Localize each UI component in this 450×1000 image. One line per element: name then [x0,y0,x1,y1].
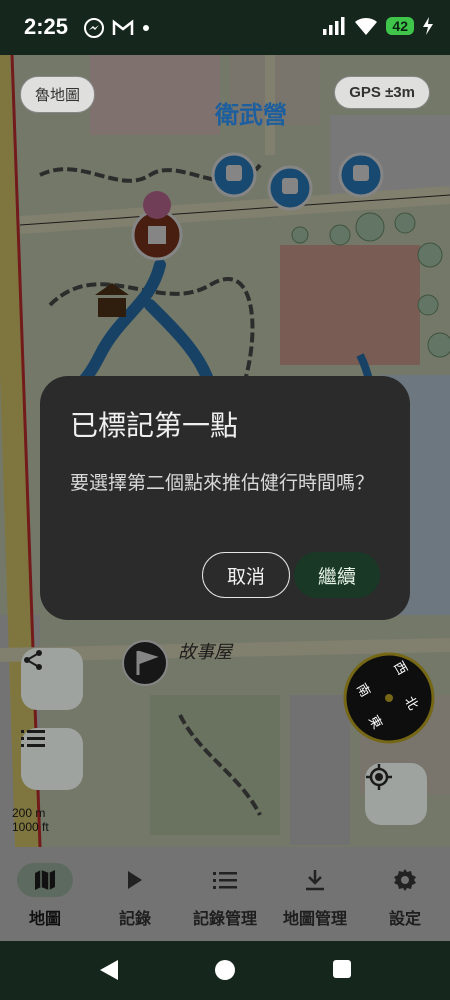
scale-imperial: 1000 ft [12,820,49,834]
gmail-icon [112,19,134,35]
nav-map-label: 地圖 [28,909,61,928]
play-icon [128,871,142,889]
district-label: 衛武營 [215,101,287,129]
dot-icon [143,25,149,31]
locate-button[interactable] [365,763,427,825]
story-house-label: 故事屋 [178,642,232,663]
wifi-icon [355,17,378,35]
list-icon [213,872,237,889]
battery-icon: 42 [386,17,414,35]
share-icon [24,650,42,670]
signal-icon [323,17,345,35]
share-button[interactable] [21,648,83,710]
nav-settings-label: 設定 [388,909,421,928]
list-icon [21,730,45,747]
home-icon[interactable] [214,959,236,981]
nav-record-management[interactable]: 記錄管理 [180,847,270,941]
notification-icons [84,18,150,38]
download-icon [306,870,324,891]
layer-list-button[interactable] [21,728,83,790]
nav-map[interactable]: 地圖 [0,847,90,941]
recents-icon[interactable] [332,959,352,979]
system-navigation-bar [0,941,450,1000]
gps-accuracy-chip[interactable]: GPS ±3m [334,76,430,109]
dialog-message: 要選擇第二個點來推估健行時間嗎？ [70,472,375,494]
bottom-navigation: 地圖 記錄 記錄管理 地圖管理 設定 [0,847,450,941]
nav-map-management[interactable]: 地圖管理 [270,847,360,941]
map-icon [35,870,55,890]
gear-icon [394,869,416,891]
mark-point-dialog: 已標記第一點 要選擇第二個點來推估健行時間嗎？ 取消 繼續 [40,376,410,620]
nav-record[interactable]: 記錄 [90,847,180,941]
nav-map-management-label: 地圖管理 [282,909,347,928]
system-icons: 42 [322,16,434,36]
crosshair-icon [366,764,392,790]
dialog-actions: 取消 繼續 [201,552,380,598]
map-scale: 200 m 1000 ft [12,806,49,834]
charging-icon [423,17,433,35]
nav-settings[interactable]: 設定 [360,847,450,941]
continue-button[interactable]: 繼續 [293,552,380,598]
scale-metric: 200 m [12,806,46,820]
cancel-button[interactable]: 取消 [201,552,290,598]
status-time: 2:25 [24,14,69,39]
back-icon[interactable] [98,959,120,981]
nav-record-label: 記錄 [118,909,151,928]
status-bar: 2:25 42 [0,0,450,55]
nav-record-management-label: 記錄管理 [192,909,257,928]
dialog-title: 已標記第一點 [70,409,239,442]
map-name-chip[interactable]: 魯地圖 [20,76,96,113]
messenger-icon [84,18,104,38]
